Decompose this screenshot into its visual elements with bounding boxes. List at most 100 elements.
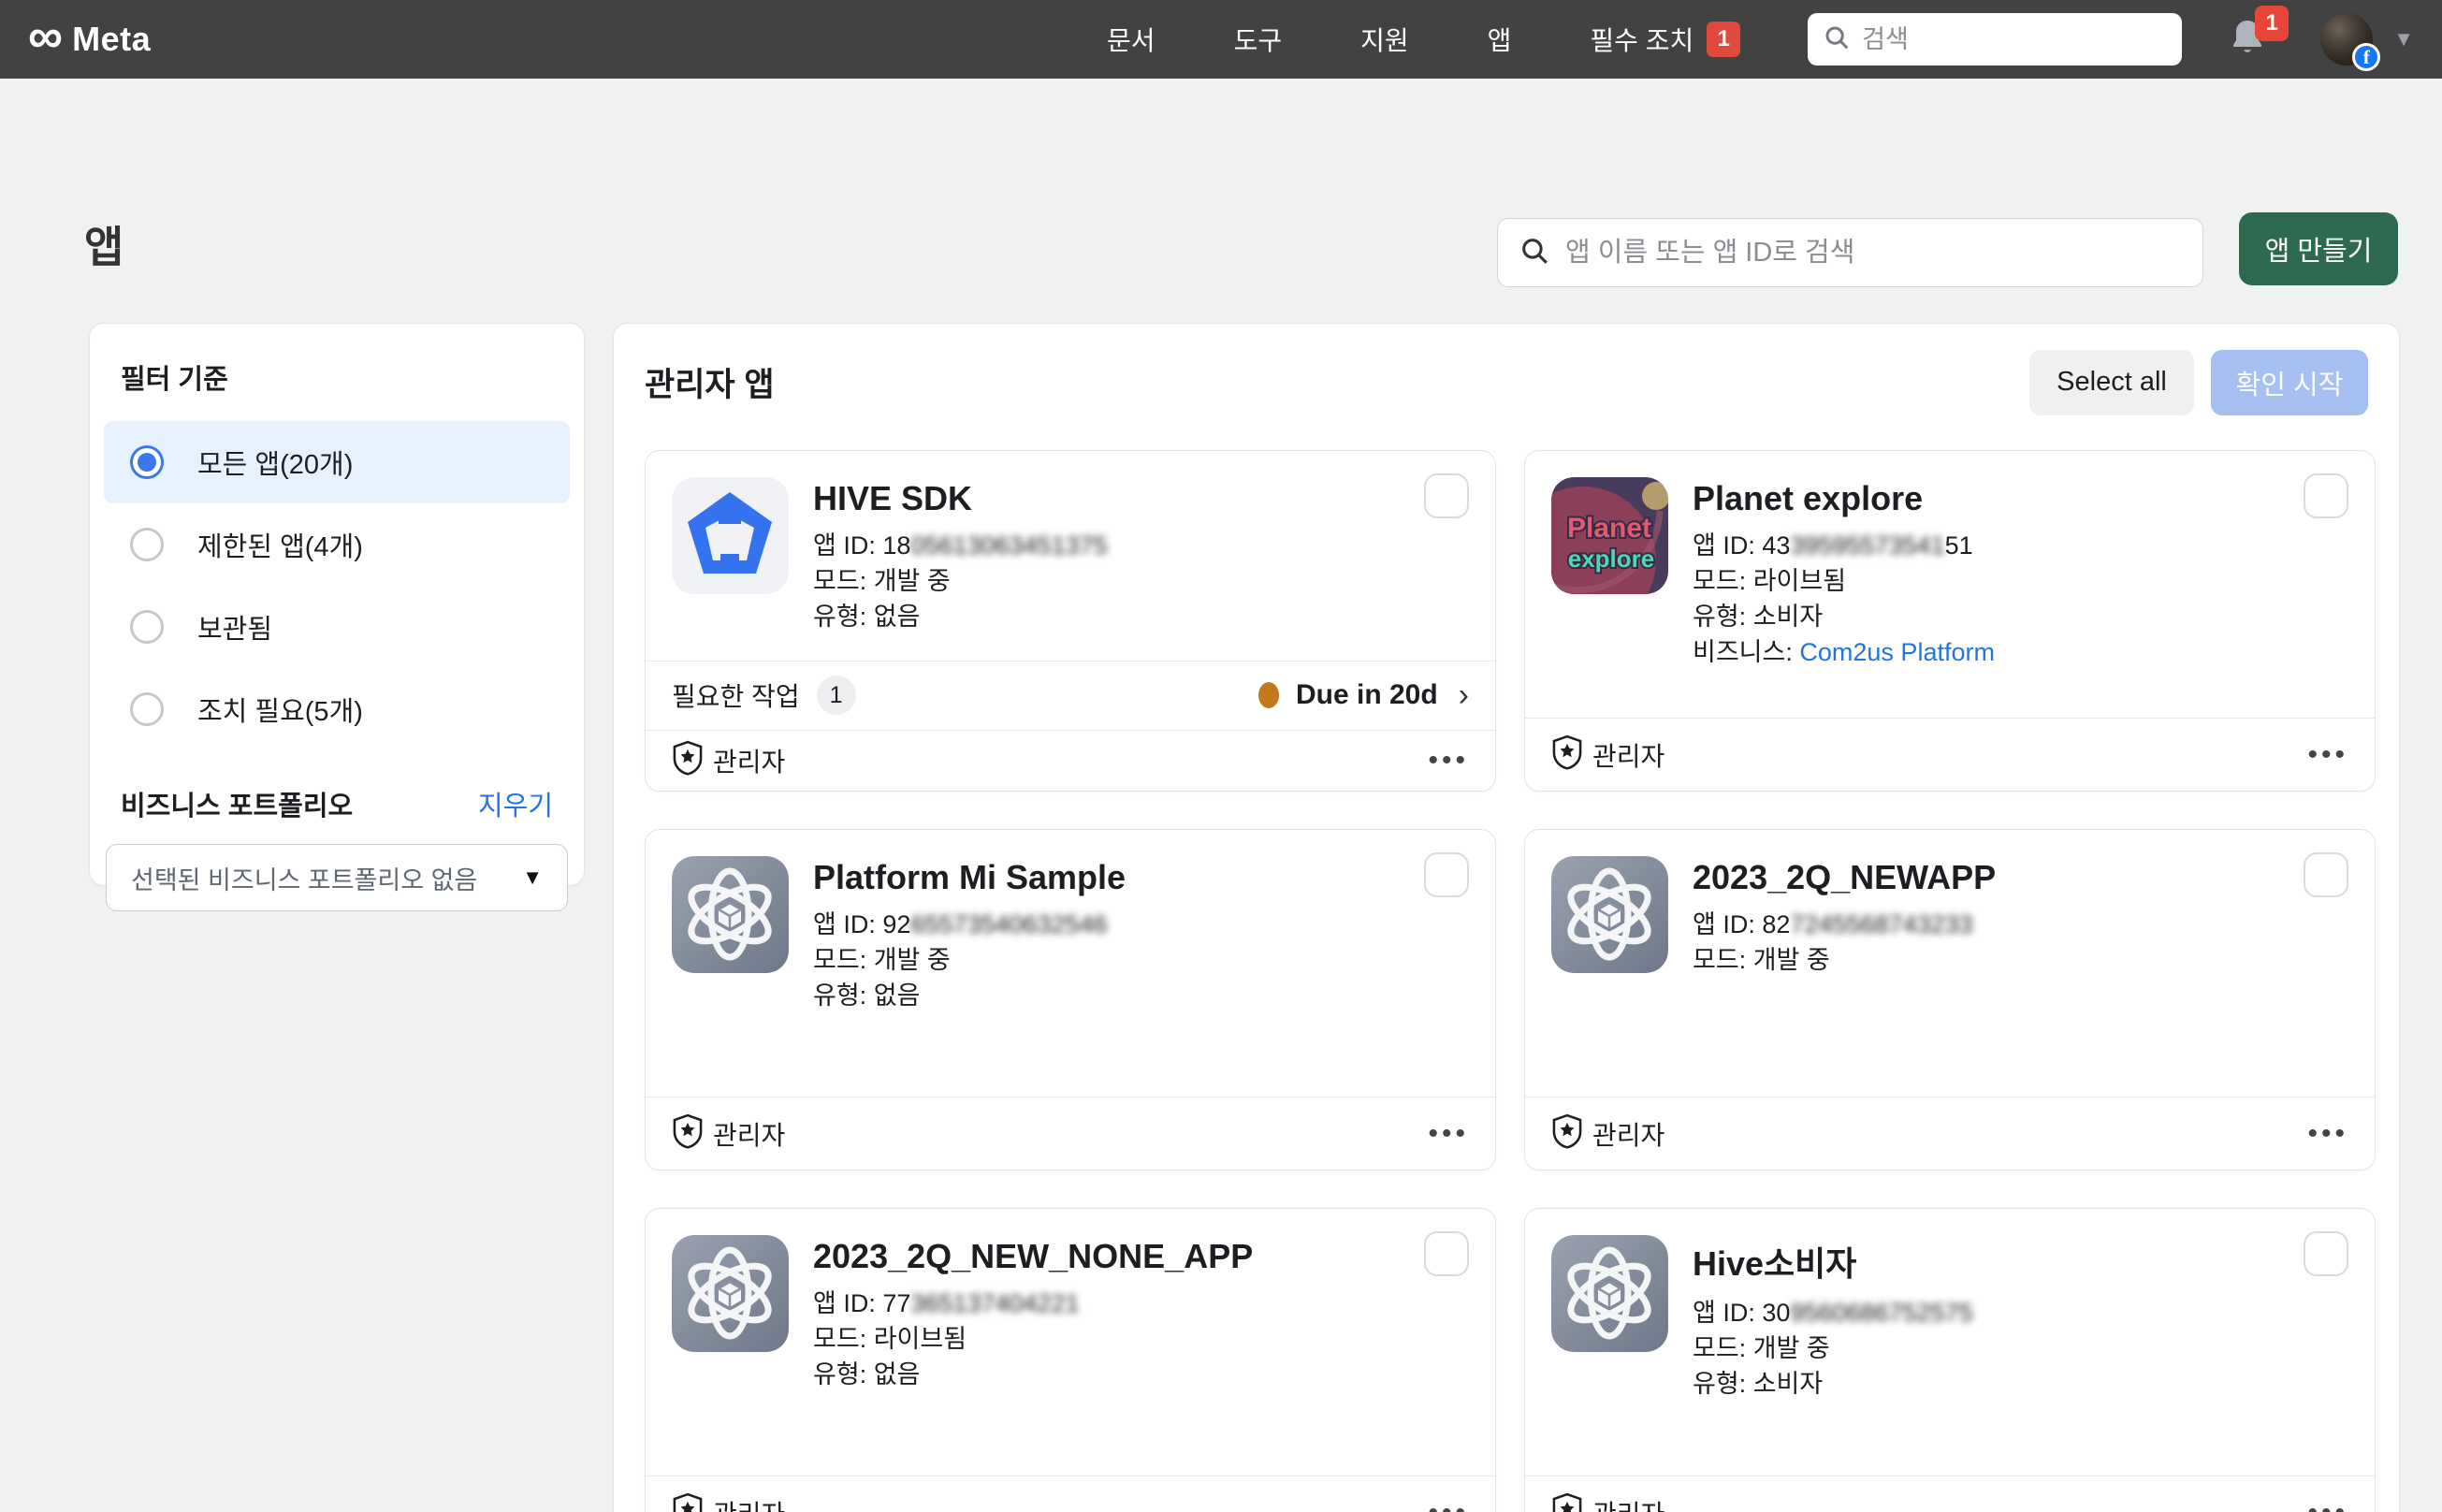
app-id-hidden: 9560686752575: [1790, 1299, 1972, 1327]
profile-caret-icon[interactable]: [2393, 27, 2414, 51]
create-app-button[interactable]: 앱 만들기: [2239, 212, 2398, 285]
app-name[interactable]: 2023_2Q_NEW_NONE_APP: [813, 1237, 1253, 1276]
app-mode-line: 모드: 개발 중: [1693, 1330, 1973, 1366]
more-options-button[interactable]: [2307, 1118, 2348, 1150]
business-portfolio-title: 비즈니스 포트폴리오: [121, 784, 353, 823]
app-id-prefix: 77: [882, 1289, 910, 1317]
due-text: Due in 20d: [1296, 679, 1438, 711]
more-options-button[interactable]: [1428, 1118, 1469, 1150]
admin-role-label: 관리자: [713, 742, 785, 779]
more-options-button[interactable]: [1428, 745, 1469, 777]
filter-option-all-apps[interactable]: 모든 앱(20개): [104, 421, 570, 503]
app-id-prefix: 30: [1762, 1299, 1790, 1327]
app-name[interactable]: HIVE SDK: [813, 479, 1108, 518]
admin-shield-icon: [672, 1492, 704, 1512]
app-id-prefix: 92: [882, 910, 910, 938]
app-mode: 개발 중: [874, 946, 951, 974]
app-id-label: 앱 ID:: [813, 1289, 876, 1317]
app-type-label: 유형:: [813, 603, 866, 631]
admin-role-label: 관리자: [1592, 736, 1664, 774]
app-mode-label: 모드:: [1693, 1334, 1746, 1362]
app-select-checkbox[interactable]: [2304, 473, 2348, 518]
app-icon-hive: [672, 477, 789, 594]
app-card: 2023_2Q_NEWAPP 앱 ID: 827245568743233 모드:…: [1524, 829, 2376, 1170]
required-actions-count: 1: [817, 676, 856, 715]
app-mode-label: 모드:: [813, 1325, 866, 1353]
radio-icon: [130, 692, 164, 726]
app-card: 2023_2Q_NEW_NONE_APP 앱 ID: 7736513740422…: [645, 1208, 1496, 1512]
app-id-line: 앱 ID: 827245568743233: [1693, 907, 1996, 942]
app-type-label: 유형:: [1693, 1370, 1746, 1398]
app-card: Planet explore Planet explore 앱 ID: 4339…: [1524, 450, 2376, 792]
nav-item-tools[interactable]: 도구: [1234, 21, 1283, 58]
meta-logo[interactable]: ∞ Meta: [28, 20, 151, 59]
filter-option-action-needed[interactable]: 조치 필요(5개): [104, 668, 570, 750]
app-id-prefix: 18: [882, 531, 910, 560]
radio-icon: [130, 528, 164, 561]
global-search[interactable]: [1808, 13, 2182, 65]
app-select-checkbox[interactable]: [2304, 852, 2348, 897]
nav-item-apps[interactable]: 앱: [1488, 21, 1512, 58]
nav-item-support[interactable]: 지원: [1360, 21, 1409, 58]
more-options-button[interactable]: [2307, 739, 2348, 771]
notifications-button[interactable]: 1: [2225, 15, 2274, 64]
app-id-label: 앱 ID:: [1693, 531, 1755, 560]
app-card: Hive소비자 앱 ID: 309560686752575 모드: 개발 중 유…: [1524, 1208, 2376, 1512]
app-icon-planet: Planet explore: [1551, 477, 1668, 594]
top-navbar: ∞ Meta 문서 도구 지원 앱 필수 조치 1 1: [0, 0, 2442, 79]
app-select-checkbox[interactable]: [1424, 1231, 1469, 1276]
app-select-checkbox[interactable]: [1424, 852, 1469, 897]
app-select-checkbox[interactable]: [2304, 1231, 2348, 1276]
start-review-button[interactable]: 확인 시작: [2211, 350, 2368, 415]
admin-role-label: 관리자: [1592, 1494, 1664, 1512]
app-icon-default: [672, 856, 789, 973]
app-name[interactable]: Planet explore: [1693, 479, 1995, 518]
app-type: 없음: [874, 603, 921, 631]
cards-grid: HIVE SDK 앱 ID: 1805613063451375 모드: 개발 중…: [614, 441, 2399, 1512]
admin-role-label: 관리자: [1592, 1115, 1664, 1153]
select-all-button[interactable]: Select all: [2029, 350, 2194, 415]
app-select-checkbox[interactable]: [1424, 473, 1469, 518]
global-search-input[interactable]: [1862, 25, 2167, 54]
app-business-link[interactable]: Com2us Platform: [1799, 638, 1995, 666]
app-mode-label: 모드:: [813, 946, 866, 974]
app-id-line: 앱 ID: 309560686752575: [1693, 1295, 1973, 1330]
nav-item-required-actions[interactable]: 필수 조치 1: [1590, 21, 1740, 58]
app-business-label: 비즈니스:: [1693, 638, 1793, 666]
app-name[interactable]: Hive소비자: [1693, 1237, 1973, 1286]
card-footer: 관리자: [1525, 1097, 2375, 1170]
business-portfolio-dropdown[interactable]: 선택된 비즈니스 포트폴리오 없음: [106, 844, 568, 911]
required-actions-row[interactable]: 필요한 작업 1 Due in 20d: [646, 661, 1495, 730]
app-type-line: 유형: 없음: [813, 978, 1126, 1013]
admin-apps-heading: 관리자 앱: [645, 358, 775, 406]
card-footer: 관리자: [646, 1097, 1495, 1170]
radio-selected-icon: [130, 445, 164, 479]
app-name[interactable]: Platform Mi Sample: [813, 858, 1126, 897]
app-id-line: 앱 ID: 9265573540632546: [813, 907, 1126, 942]
profile-menu[interactable]: f: [2320, 13, 2373, 65]
more-options-button[interactable]: [1428, 1497, 1469, 1512]
app-mode-line: 모드: 개발 중: [813, 563, 1108, 599]
dropdown-caret-icon: [522, 865, 543, 890]
more-options-button[interactable]: [2307, 1497, 2348, 1512]
app-search-input[interactable]: [1565, 238, 2182, 269]
app-id-prefix: 82: [1762, 910, 1790, 938]
card-footer: 관리자: [646, 1476, 1495, 1512]
app-id-label: 앱 ID:: [813, 531, 876, 560]
filter-option-archived[interactable]: 보관됨: [104, 586, 570, 668]
app-id-hidden: 7245568743233: [1790, 910, 1972, 938]
clear-portfolio-link[interactable]: 지우기: [478, 784, 553, 823]
chevron-right-icon: [1459, 677, 1469, 714]
app-name[interactable]: 2023_2Q_NEWAPP: [1693, 858, 1996, 897]
app-type: 소비자: [1753, 603, 1824, 631]
admin-shield-icon: [672, 1113, 704, 1154]
app-id-label: 앱 ID:: [813, 910, 876, 938]
admin-shield-icon: [672, 740, 704, 780]
app-type: 없음: [874, 981, 921, 1010]
search-icon: [1519, 235, 1550, 271]
nav-item-docs[interactable]: 문서: [1107, 21, 1156, 58]
app-dashboard-screen: ∞ Meta 문서 도구 지원 앱 필수 조치 1 1: [0, 0, 2442, 1512]
app-search[interactable]: [1497, 218, 2203, 287]
admin-apps-panel: 관리자 앱 Select all 확인 시작 HIVE SDK 앱 ID: 18…: [613, 323, 2400, 1512]
filter-option-restricted-apps[interactable]: 제한된 앱(4개): [104, 503, 570, 586]
